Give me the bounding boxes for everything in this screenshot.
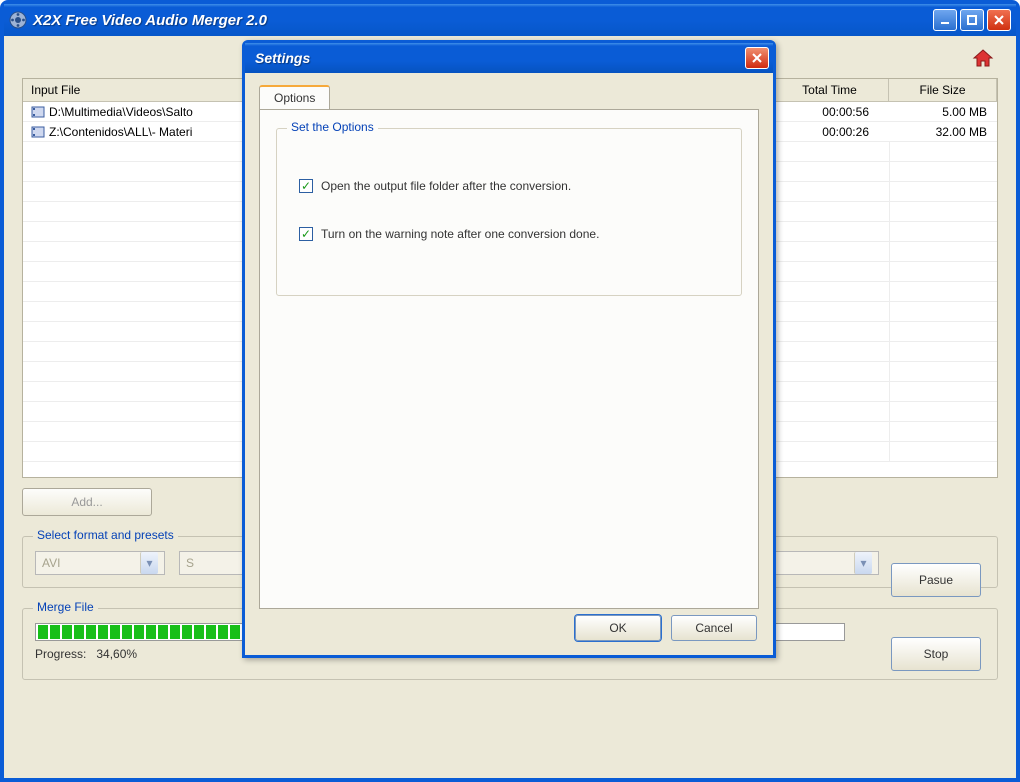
option-label: Open the output file folder after the co… — [321, 179, 571, 193]
dialog-close-button[interactable] — [745, 47, 769, 69]
file-time: 00:00:56 — [771, 103, 889, 121]
chevron-down-icon: ▾ — [854, 552, 872, 574]
cancel-button[interactable]: Cancel — [671, 615, 757, 641]
checkbox-icon: ✓ — [299, 179, 313, 193]
preset-combo-value: S — [186, 556, 194, 570]
pause-button[interactable]: Pasue — [891, 563, 981, 597]
home-icon[interactable] — [972, 48, 994, 71]
format-combo[interactable]: AVI ▾ — [35, 551, 165, 575]
file-size: 5.00 MB — [889, 103, 997, 121]
video-file-icon — [31, 105, 45, 119]
option-label: Turn on the warning note after one conve… — [321, 227, 599, 241]
checkbox-icon: ✓ — [299, 227, 313, 241]
column-file-size[interactable]: File Size — [889, 79, 997, 101]
progress-value: 34,60% — [96, 647, 137, 661]
format-combo-value: AVI — [42, 556, 60, 570]
tab-page: Set the Options ✓ Open the output file f… — [259, 109, 759, 609]
file-name: Z:\Contenidos\ALL\- Materi — [49, 125, 192, 139]
option-warning-note[interactable]: ✓ Turn on the warning note after one con… — [299, 227, 721, 241]
chevron-down-icon: ▾ — [140, 552, 158, 574]
dialog-title: Settings — [255, 50, 745, 66]
window-title: X2X Free Video Audio Merger 2.0 — [33, 12, 933, 29]
add-button[interactable]: Add... — [22, 488, 152, 516]
minimize-button[interactable] — [933, 9, 957, 31]
options-legend: Set the Options — [287, 120, 378, 134]
progress-label: Progress: — [35, 647, 86, 661]
dialog-titlebar: Settings — [245, 43, 773, 73]
stop-button[interactable]: Stop — [891, 637, 981, 671]
column-total-time[interactable]: Total Time — [771, 79, 889, 101]
ok-button[interactable]: OK — [575, 615, 661, 641]
app-icon — [9, 11, 27, 29]
tab-options[interactable]: Options — [259, 85, 330, 109]
format-legend: Select format and presets — [33, 528, 178, 542]
titlebar: X2X Free Video Audio Merger 2.0 — [4, 4, 1016, 36]
video-file-icon — [31, 125, 45, 139]
maximize-button[interactable] — [960, 9, 984, 31]
close-button[interactable] — [987, 9, 1011, 31]
file-time: 00:00:26 — [771, 123, 889, 141]
options-fieldset: Set the Options ✓ Open the output file f… — [276, 128, 742, 296]
settings-dialog: Settings Options Set the Options ✓ Open … — [242, 40, 776, 658]
merge-legend: Merge File — [33, 600, 98, 614]
option-open-output-folder[interactable]: ✓ Open the output file folder after the … — [299, 179, 721, 193]
file-size: 32.00 MB — [889, 123, 997, 141]
file-name: D:\Multimedia\Videos\Salto — [49, 105, 193, 119]
